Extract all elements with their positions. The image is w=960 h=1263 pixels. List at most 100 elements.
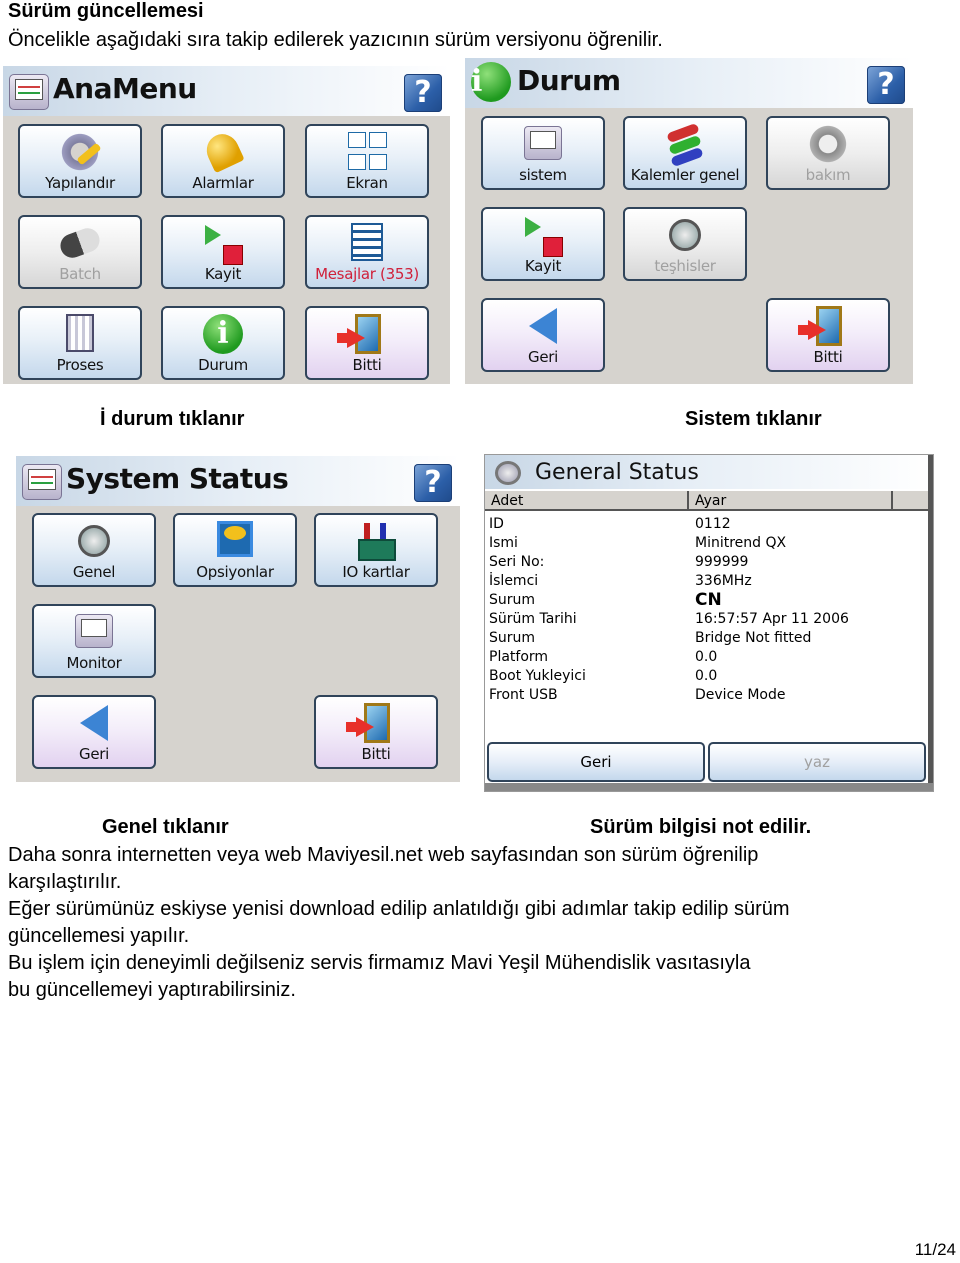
document-search-icon: [72, 521, 116, 561]
monitor-button[interactable]: Monitor: [32, 604, 156, 678]
panel-title: AnaMenu: [53, 72, 197, 105]
button-label: Genel: [72, 563, 116, 581]
table-row: Seri No: 999999: [489, 553, 933, 572]
paragraph-line: Bu işlem için deneyimli değilseniz servi…: [8, 952, 751, 974]
button-label: Kalemler genel: [630, 166, 740, 184]
help-button[interactable]: ?: [404, 74, 442, 112]
panel-header: AnaMenu ?: [3, 66, 450, 116]
column-header-adet[interactable]: Adet: [485, 491, 689, 511]
caption-surum: Sürüm bilgisi not edilir.: [590, 816, 812, 838]
batch-button[interactable]: Batch: [18, 215, 142, 289]
button-label: Alarmlar: [192, 174, 254, 192]
button-label: teşhisler: [654, 257, 716, 275]
column-header-filler: [893, 491, 930, 511]
bitti-button[interactable]: Bitti: [314, 695, 438, 769]
button-label: IO kartlar: [342, 563, 410, 581]
button-label: Mesajlar (353): [315, 265, 419, 283]
panel-header: i Durum ?: [465, 58, 913, 108]
status-table: ID 0112 Ismi Minitrend QX Seri No: 999999 İsle…: [489, 515, 933, 705]
table-row: Surum Bridge Not fitted: [489, 629, 933, 648]
caption-genel: Genel tıklanır: [102, 816, 229, 838]
config-gear-icon: [58, 132, 102, 172]
exit-door-icon: [346, 703, 398, 743]
row-value: 0112: [695, 516, 731, 532]
monitor-search-icon: [72, 612, 116, 652]
row-value: 336MHz: [695, 573, 752, 589]
io-card-icon: [354, 521, 398, 561]
trend-monitor-icon: [9, 74, 49, 110]
keys-certificate-icon: [213, 521, 257, 561]
table-row: Surum CN: [489, 591, 933, 610]
mesajlar-button[interactable]: Mesajlar (353): [305, 215, 429, 289]
panel-title: Durum: [517, 64, 621, 97]
button-label: bakım: [805, 166, 851, 184]
row-key: ID: [489, 516, 504, 532]
page-number: 11/24: [914, 1240, 956, 1259]
kayit-button[interactable]: Kayit: [161, 215, 285, 289]
caption-sistem: Sistem tıklanır: [685, 408, 822, 430]
durum-button[interactable]: i Durum: [161, 306, 285, 380]
button-label: Kayit: [204, 265, 242, 283]
message-list-icon: [345, 223, 389, 263]
row-value: Device Mode: [695, 687, 786, 703]
button-label: Geri: [79, 745, 109, 763]
row-key: Surum: [489, 592, 536, 608]
geri-button[interactable]: Geri: [487, 742, 705, 782]
row-key: Seri No:: [489, 554, 545, 570]
button-label: Ekran: [346, 174, 388, 192]
row-key: Platform: [489, 649, 549, 665]
table-row: İslemci 336MHz: [489, 572, 933, 591]
geri-button[interactable]: Geri: [32, 695, 156, 769]
button-label: Yapılandır: [45, 174, 115, 192]
kalemler-genel-button[interactable]: Kalemler genel: [623, 116, 747, 190]
button-label: Geri: [528, 348, 558, 366]
proses-button[interactable]: Proses: [18, 306, 142, 380]
exit-door-icon: [337, 314, 389, 354]
row-key: Boot Yukleyici: [489, 668, 586, 684]
panel-header: System Status ?: [16, 456, 460, 506]
teshisler-button[interactable]: teşhisler: [623, 207, 747, 281]
back-arrow-icon: [521, 306, 565, 346]
yapilandir-button[interactable]: Yapılandır: [18, 124, 142, 198]
bakim-button[interactable]: bakım: [766, 116, 890, 190]
scrollbar[interactable]: [928, 455, 933, 791]
row-key: Sürüm Tarihi: [489, 611, 577, 627]
bell-icon: [201, 128, 245, 174]
exit-door-icon: [798, 306, 850, 346]
button-label: Opsiyonlar: [196, 563, 274, 581]
yaz-button[interactable]: yaz: [708, 742, 926, 782]
row-value: CN: [695, 590, 722, 610]
ekran-button[interactable]: Ekran: [305, 124, 429, 198]
bitti-button[interactable]: Bitti: [305, 306, 429, 380]
trend-monitor-icon: [22, 464, 62, 500]
table-row: ID 0112: [489, 515, 933, 534]
alarmlar-button[interactable]: Alarmlar: [161, 124, 285, 198]
button-label: Proses: [56, 356, 104, 374]
button-label: sistem: [519, 166, 567, 184]
monitor-icon: [521, 124, 565, 164]
kayit-button[interactable]: Kayit: [481, 207, 605, 281]
button-label: Kayit: [524, 257, 562, 275]
document-search-icon: [495, 461, 521, 485]
column-header-ayar[interactable]: Ayar: [689, 491, 893, 511]
button-label: Monitor: [66, 654, 122, 672]
sistem-button[interactable]: sistem: [481, 116, 605, 190]
help-button[interactable]: ?: [414, 464, 452, 502]
bitti-button[interactable]: Bitti: [766, 298, 890, 372]
row-key: Front USB: [489, 687, 558, 703]
io-kartlar-button[interactable]: IO kartlar: [314, 513, 438, 587]
geri-button[interactable]: Geri: [481, 298, 605, 372]
button-label: Bitti: [813, 348, 843, 366]
caption-durum: İ durum tıklanır: [100, 408, 245, 430]
row-value: 0.0: [695, 649, 718, 665]
panel-title: System Status: [66, 462, 289, 495]
help-button[interactable]: ?: [867, 66, 905, 104]
genel-button[interactable]: Genel: [32, 513, 156, 587]
panel-footer: [485, 783, 933, 791]
table-row: Boot Yukleyici 0.0: [489, 667, 933, 686]
opsiyonlar-button[interactable]: Opsiyonlar: [173, 513, 297, 587]
row-value: 16:57:57 Apr 11 2006: [695, 611, 849, 627]
diagnostics-icon: [663, 215, 707, 255]
button-label: Durum: [198, 356, 248, 374]
info-icon: i: [471, 62, 511, 102]
